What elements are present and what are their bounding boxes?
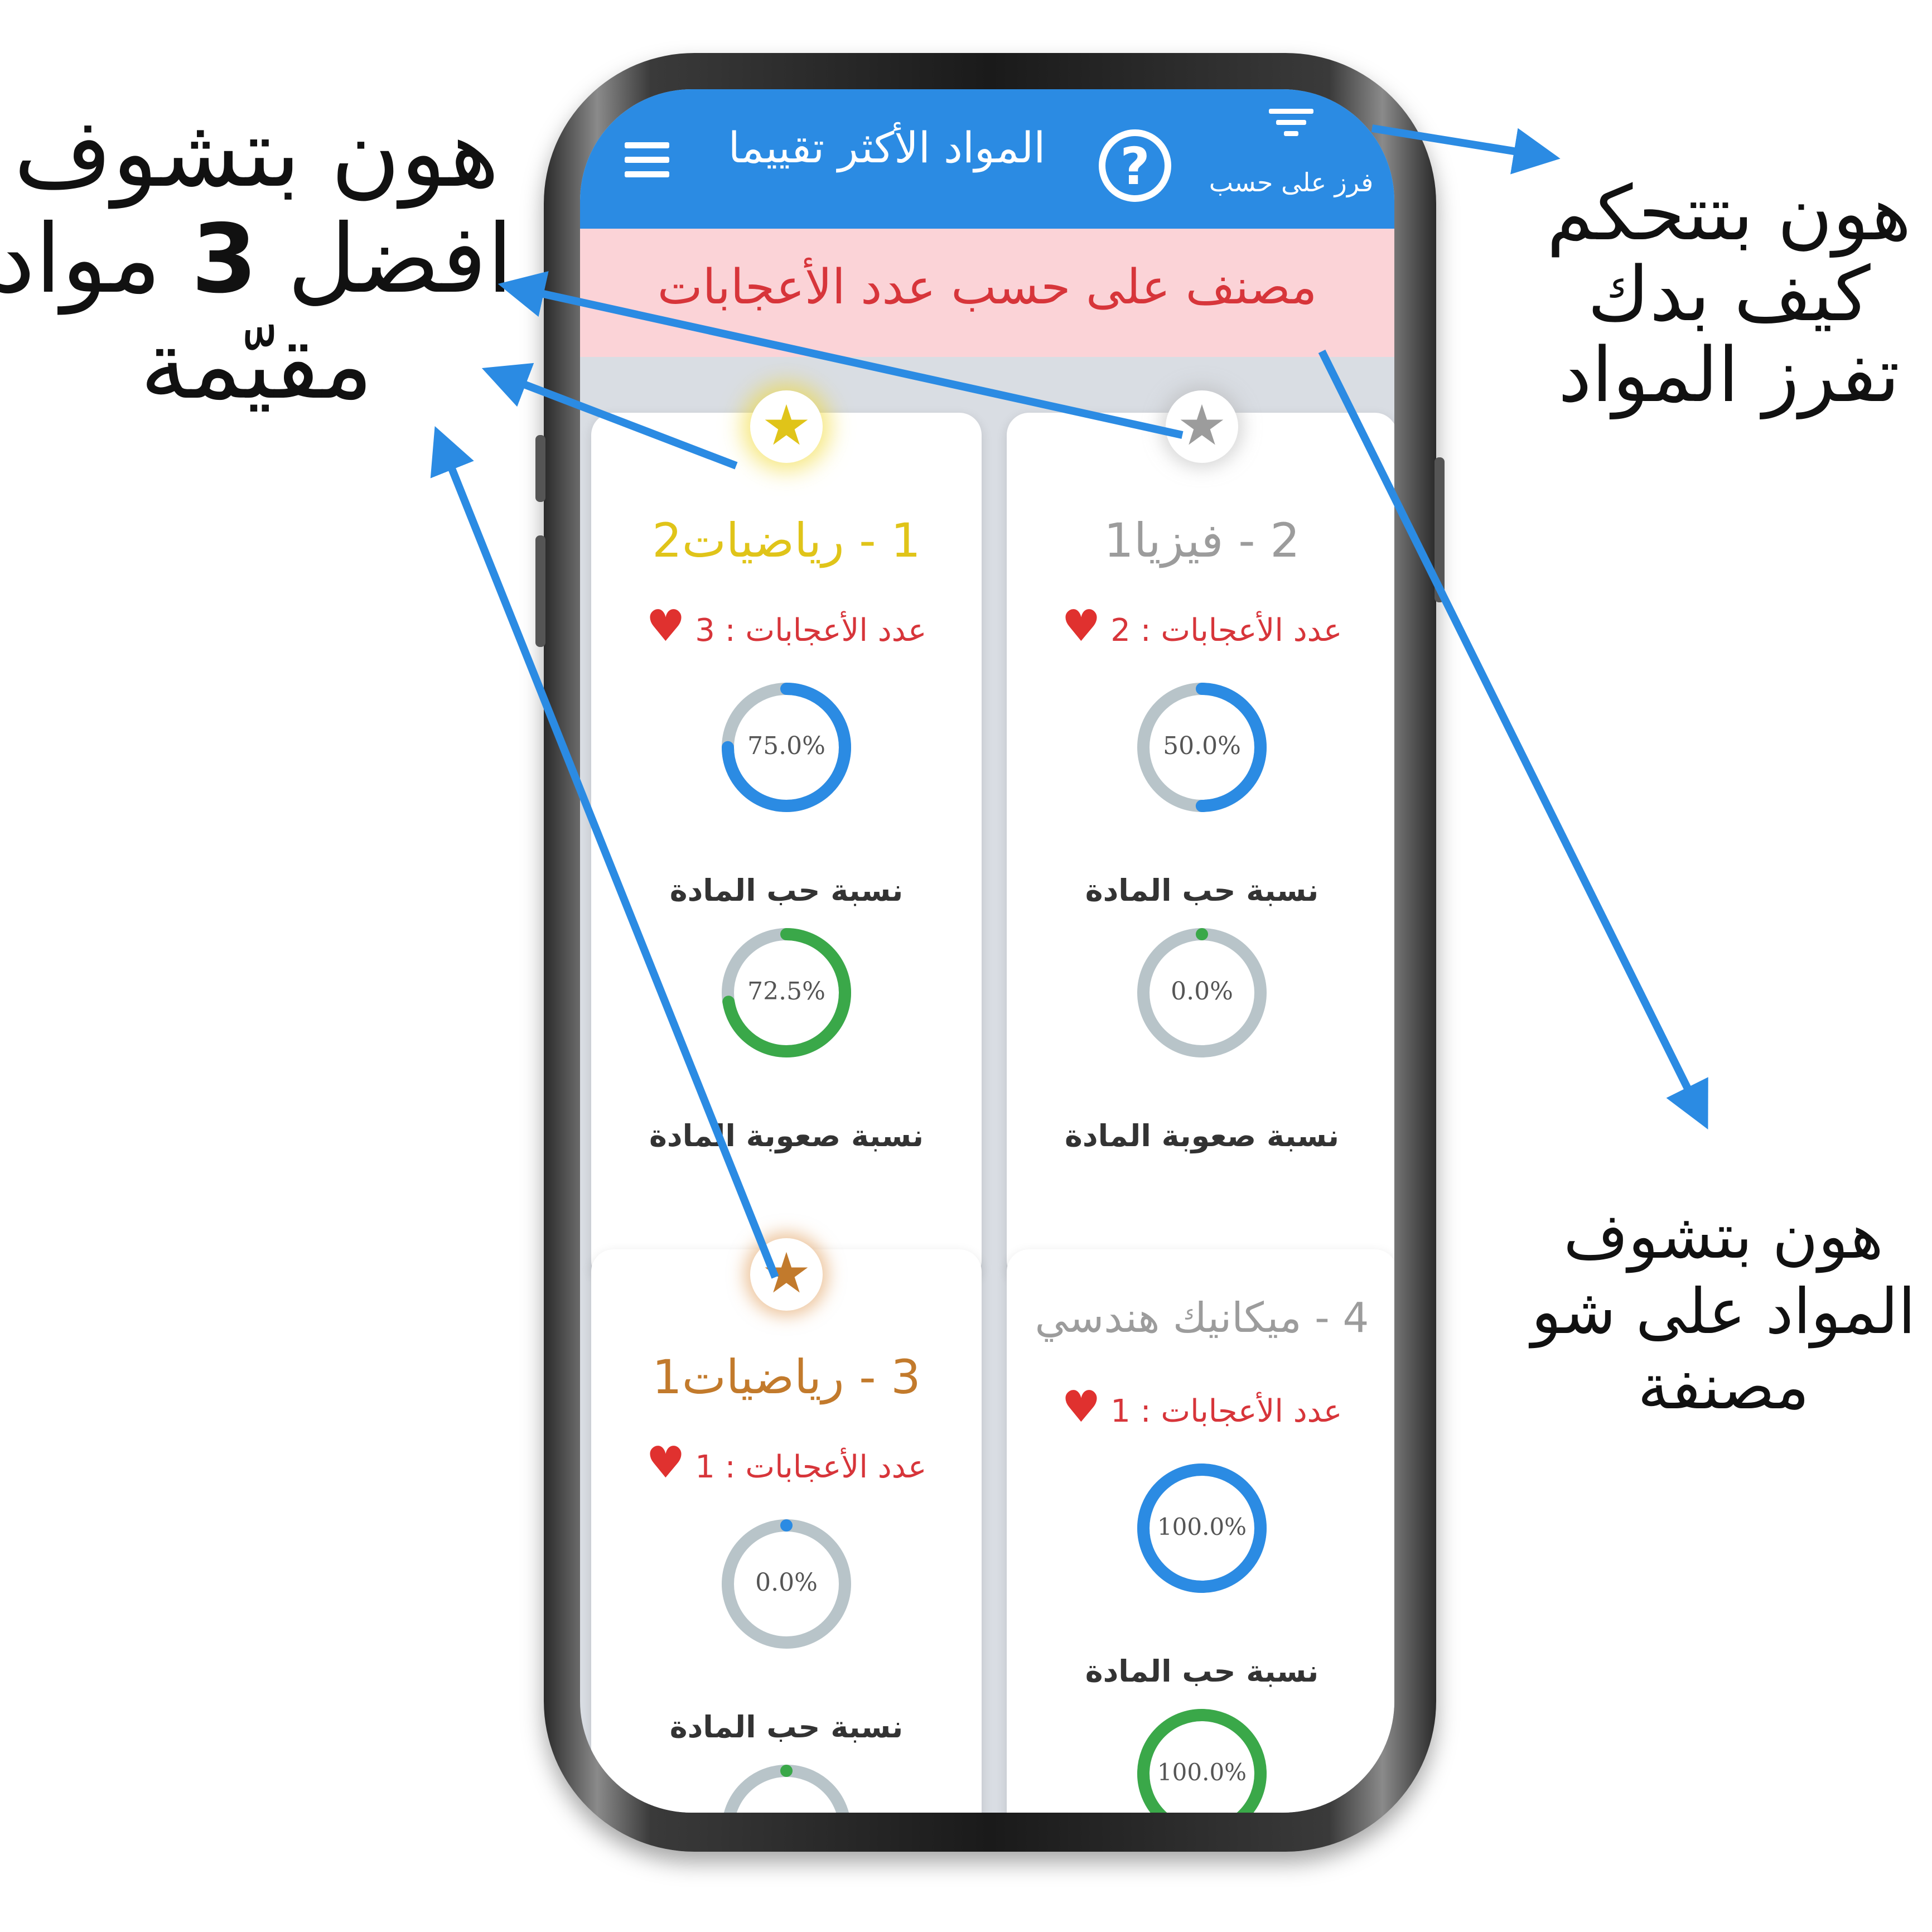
difficulty-ring: 100.0%	[1137, 1709, 1267, 1813]
star-icon: ★	[1166, 390, 1238, 463]
subject-title: 3 - رياضيات1	[652, 1350, 921, 1404]
subject-card[interactable]: ★ 2 - فيزيا1 عدد الأعجابات : 2 ♥ 50.0% ن…	[1007, 390, 1394, 1283]
annotation-line: هون بتتحكم	[1547, 170, 1911, 257]
annotation-line: هون بتشوف	[1563, 1200, 1883, 1273]
heart-icon: ♥	[646, 1438, 685, 1488]
love-label: نسبة حب المادة	[669, 873, 904, 908]
love-ring: 0.0%	[722, 1519, 851, 1649]
phone-side-button	[535, 535, 545, 647]
annotation-line: مصنفة	[1638, 1351, 1809, 1423]
difficulty-label: نسبة صعوبة المادة	[1064, 1118, 1339, 1153]
heart-icon: ♥	[1061, 601, 1101, 651]
difficulty-percentage: 72.5%	[747, 977, 825, 1006]
filter-icon	[1269, 109, 1313, 142]
difficulty-label: نسبة صعوبة المادة	[649, 1118, 924, 1153]
annotation-line: تفرز المواد	[1558, 331, 1900, 419]
difficulty-ring: 0.0%	[1137, 928, 1267, 1057]
likes-count: عدد الأعجابات : 2 ♥	[1061, 601, 1342, 651]
star-icon: ★	[750, 1238, 823, 1311]
phone-side-button	[1434, 457, 1445, 602]
love-ring: 50.0%	[1137, 683, 1267, 812]
love-percentage: 50.0%	[1163, 732, 1241, 760]
sort-criteria-banner: مصنف على حسب عدد الأعجابات	[580, 229, 1394, 357]
annotation-sort-control: هون بتتحكم كيف بدك تفرز المواد	[1534, 173, 1924, 416]
love-percentage: 100.0%	[1157, 1513, 1247, 1540]
likes-count: عدد الأعجابات : 1 ♥	[1061, 1382, 1342, 1432]
annotation-line: هون بتشوف	[13, 98, 500, 209]
phone-side-button	[535, 435, 545, 502]
love-label: نسبة حب المادة	[1085, 873, 1319, 908]
love-percentage: 0.0%	[755, 1568, 818, 1597]
annotation-line: مقيّمة	[140, 310, 373, 421]
love-label: نسبة حب المادة	[669, 1709, 904, 1745]
likes-count: عدد الأعجابات : 3 ♥	[646, 601, 927, 651]
sort-button[interactable]: فرز على حسب	[1205, 100, 1383, 229]
menu-icon[interactable]	[625, 142, 669, 178]
annotation-line: المواد على شو	[1531, 1276, 1916, 1348]
subject-card[interactable]: ★ 3 - رياضيات1 عدد الأعجابات : 1 ♥ 0.0% …	[591, 1238, 982, 1813]
subject-title: 4 - ميكانيك هندسي	[1035, 1294, 1369, 1342]
phone-screen: المواد الأكثر تقييما ? فرز على حسب مصنف …	[580, 89, 1394, 1813]
annotation-sort-criteria: هون بتشوف المواد على شو مصنفة	[1523, 1199, 1924, 1425]
difficulty-percentage: 100.0%	[1157, 1759, 1247, 1786]
app-bar: المواد الأكثر تقييما ? فرز على حسب	[580, 89, 1394, 229]
subject-title: 2 - فيزيا1	[1104, 513, 1300, 568]
sort-label: فرز على حسب	[1209, 167, 1374, 197]
heart-icon: ♥	[1061, 1382, 1101, 1432]
page-title: المواد الأكثر تقييما	[728, 123, 1046, 172]
difficulty-percentage: 0.0%	[1171, 977, 1233, 1006]
love-ring: 75.0%	[722, 683, 851, 812]
subject-card[interactable]: 4 - ميكانيك هندسي عدد الأعجابات : 1 ♥ 10…	[1007, 1249, 1394, 1813]
annotation-top-rated: هون بتشوف افضل 3 مواد مقيّمة	[0, 100, 513, 418]
help-icon[interactable]: ?	[1099, 129, 1171, 202]
love-percentage: 75.0%	[747, 732, 825, 760]
annotation-line: كيف بدك	[1587, 250, 1871, 338]
subject-card[interactable]: ★ 1 - رياضيات2 عدد الأعجابات : 3 ♥ 75.0%…	[591, 390, 982, 1283]
love-ring: 100.0%	[1137, 1464, 1267, 1593]
difficulty-ring: 72.5%	[722, 928, 851, 1057]
heart-icon: ♥	[646, 601, 685, 651]
likes-count: عدد الأعجابات : 1 ♥	[646, 1438, 927, 1488]
star-icon: ★	[750, 390, 823, 463]
subject-title: 1 - رياضيات2	[652, 513, 921, 568]
annotation-line: افضل 3 مواد	[0, 204, 513, 315]
love-label: نسبة حب المادة	[1085, 1654, 1319, 1689]
difficulty-ring	[722, 1765, 851, 1813]
